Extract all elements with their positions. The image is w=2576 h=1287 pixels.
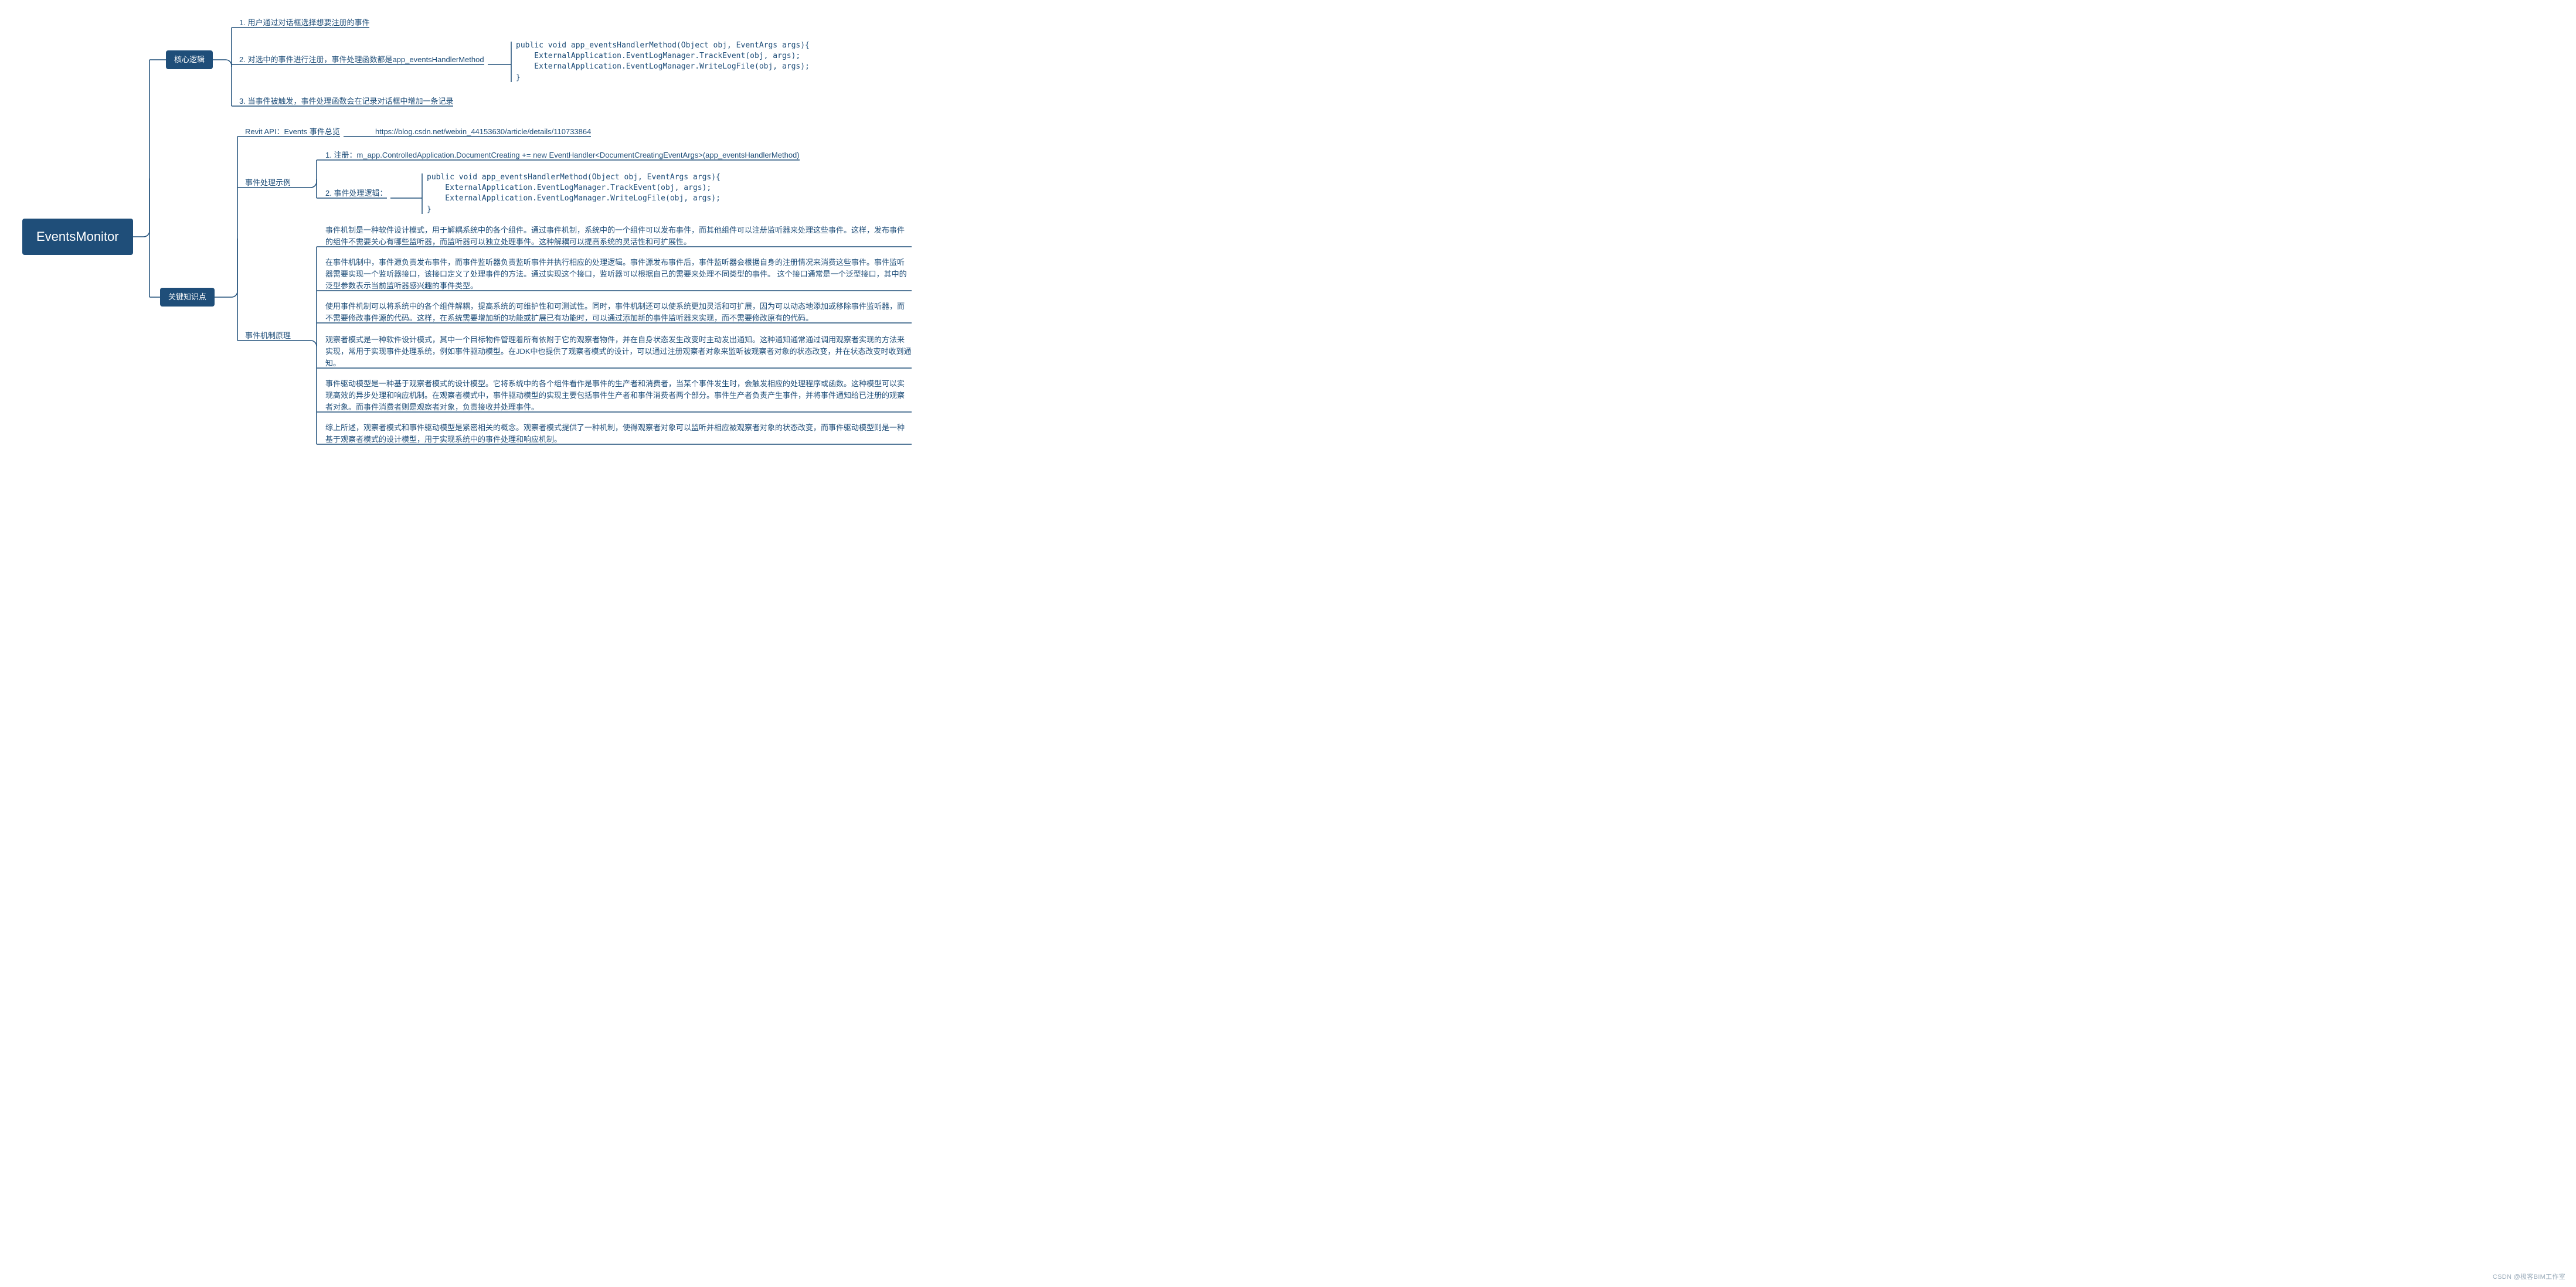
example-code: public void app_eventsHandlerMethod(Obje… <box>427 172 721 215</box>
revit-api-label: Revit API：Events 事件总览 <box>245 126 340 138</box>
revit-api-link[interactable]: https://blog.csdn.net/weixin_44153630/ar… <box>375 126 591 138</box>
mechanism-p1: 事件机制是一种软件设计模式，用于解耦系统中的各个组件。通过事件机制，系统中的一个… <box>325 224 912 248</box>
core-logic-label: 核心逻辑 <box>174 54 205 66</box>
mechanism-p3: 使用事件机制可以将系统中的各个组件解耦，提高系统的可维护性和可测试性。同时，事件… <box>325 301 912 324</box>
core-item-3: 3. 当事件被触发，事件处理函数会在记录对话框中增加一条记录 <box>239 96 453 107</box>
root-label: EventsMonitor <box>36 227 119 247</box>
core-code: public void app_eventsHandlerMethod(Obje… <box>516 40 810 83</box>
mechanism-label: 事件机制原理 <box>245 330 291 342</box>
mechanism-p5: 事件驱动模型是一种基于观察者模式的设计模型。它将系统中的各个组件看作是事件的生产… <box>325 378 912 413</box>
core-item-2: 2. 对选中的事件进行注册，事件处理函数都是app_eventsHandlerM… <box>239 54 484 66</box>
mechanism-p6: 综上所述，观察者模式和事件驱动模型是紧密相关的概念。观察者模式提供了一种机制，使… <box>325 422 912 445</box>
key-points-label: 关键知识点 <box>168 291 206 303</box>
key-points-node: 关键知识点 <box>160 288 215 307</box>
example-register: 1. 注册：m_app.ControlledApplication.Docume… <box>325 149 800 161</box>
example-logic-label: 2. 事件处理逻辑： <box>325 188 387 199</box>
mechanism-p2: 在事件机制中，事件源负责发布事件，而事件监听器负责监听事件并执行相应的处理逻辑。… <box>325 257 912 292</box>
core-item-1: 1. 用户通过对话框选择想要注册的事件 <box>239 17 369 29</box>
watermark: CSDN @极客BIM工作室 <box>2493 1272 2565 1282</box>
core-logic-node: 核心逻辑 <box>166 50 213 69</box>
mindmap-canvas: EventsMonitor 核心逻辑 关键知识点 1. 用户通过对话框选择想要注… <box>0 0 2576 1287</box>
root-node: EventsMonitor <box>22 219 133 255</box>
example-label: 事件处理示例 <box>245 177 291 189</box>
mechanism-p4: 观察者模式是一种软件设计模式，其中一个目标物件管理着所有依附于它的观察者物件，并… <box>325 334 912 369</box>
